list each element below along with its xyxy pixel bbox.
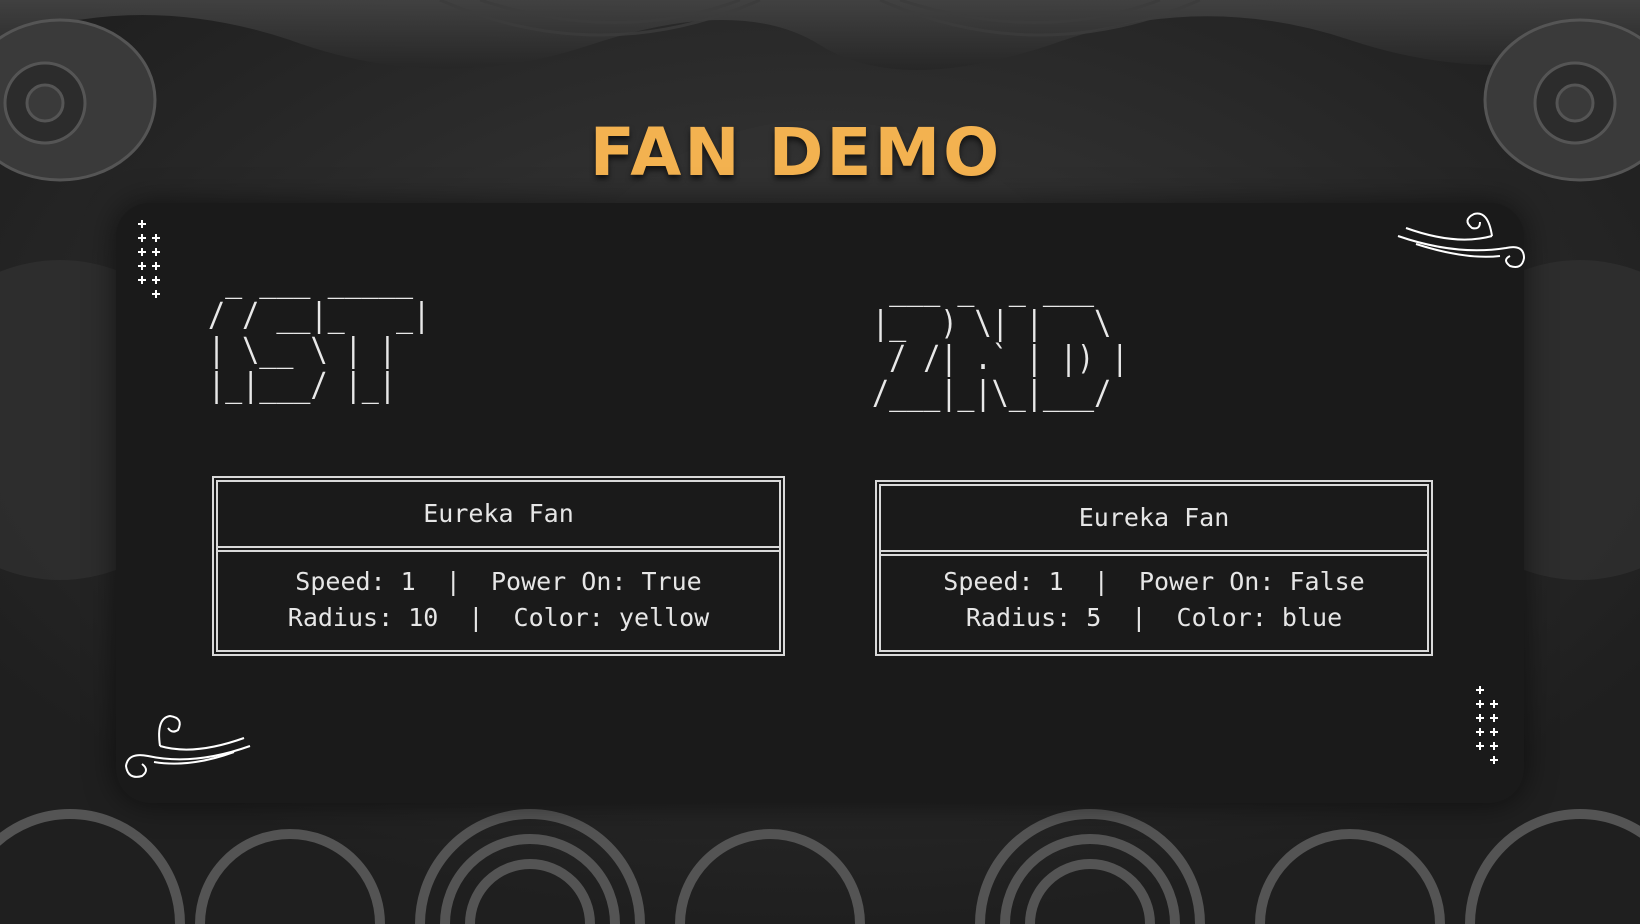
wind-swirl-icon xyxy=(1397,212,1526,268)
fan-stats-line: Speed: 1 | Power On: True xyxy=(295,567,702,596)
sparkle-plus-icon xyxy=(138,220,160,298)
fan-stats: Speed: 1 | Power On: False Radius: 5 | C… xyxy=(881,556,1427,636)
sparkle-plus-icon xyxy=(1476,686,1498,764)
ascii-banner-2nd: ___ _ _ ___ |_ ) \| | \ / /| .` | |) | /… xyxy=(872,268,1129,412)
fan-name: Eureka Fan xyxy=(218,482,779,552)
page-title: FAN DEMO xyxy=(589,114,1003,192)
fan-stats: Speed: 1 | Power On: True Radius: 10 | C… xyxy=(218,552,779,636)
fan-stats-line: Radius: 5 | Color: blue xyxy=(965,603,1343,632)
fan-card-1: Eureka Fan Speed: 1 | Power On: True Rad… xyxy=(212,476,785,656)
fan-name: Eureka Fan xyxy=(881,486,1427,556)
fan-card-2: Eureka Fan Speed: 1 | Power On: False Ra… xyxy=(875,480,1433,656)
ascii-banner-1st: _ ___ _____ / / __|_ _| | \__ \ | | |_|_… xyxy=(208,260,431,404)
fan-stats-line: Radius: 10 | Color: yellow xyxy=(287,603,710,632)
wind-swirl-icon xyxy=(124,714,251,778)
fan-stats-line: Speed: 1 | Power On: False xyxy=(943,567,1365,596)
